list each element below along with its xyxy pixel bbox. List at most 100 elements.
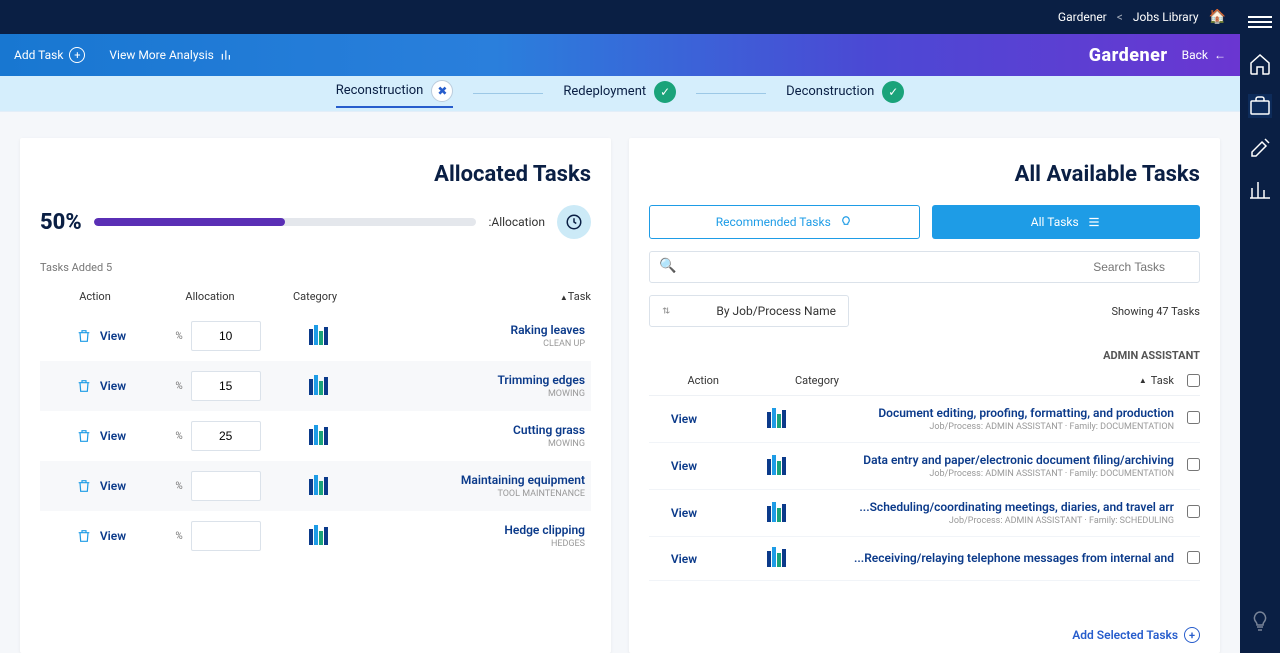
briefcase-icon[interactable]	[1248, 94, 1272, 118]
col-category[interactable]: Category	[795, 374, 839, 387]
category-icon	[276, 475, 366, 498]
step-reconstruction[interactable]: ✖ Reconstruction	[336, 80, 454, 108]
breadcrumb-separator: >	[1117, 10, 1123, 24]
step-deconstruction[interactable]: ✓ Deconstruction	[786, 81, 904, 107]
allocated-table-header: Task▲ Category Allocation Action	[40, 282, 591, 311]
task-title[interactable]: Maintaining equipment	[366, 473, 585, 487]
col-category[interactable]: Category	[293, 290, 337, 303]
step-connector	[696, 93, 766, 94]
col-allocation[interactable]: Allocation	[185, 290, 234, 303]
view-link[interactable]: View	[649, 552, 719, 566]
crossed-tools-icon: ✖	[431, 80, 453, 102]
page-title: Gardener	[1089, 45, 1168, 66]
allocation-input[interactable]	[191, 321, 261, 351]
chart-icon[interactable]	[1248, 178, 1272, 202]
recommended-tasks-tab[interactable]: Recommended Tasks	[649, 205, 920, 239]
step-redeployment[interactable]: ✓ Redeployment	[563, 81, 676, 107]
add-selected-tasks-button[interactable]: + Add Selected Tasks	[649, 627, 1200, 643]
view-link[interactable]: View	[100, 529, 126, 543]
task-title[interactable]: Scheduling/coordinating meetings, diarie…	[839, 500, 1174, 514]
allocation-input[interactable]	[191, 521, 261, 551]
view-link[interactable]: View	[100, 479, 126, 493]
sort-select[interactable]: By Job/Process Name ⇅	[649, 295, 849, 327]
trash-icon[interactable]	[76, 477, 92, 495]
allocation-input[interactable]	[191, 421, 261, 451]
col-action[interactable]: Action	[687, 374, 719, 387]
category-icon	[719, 455, 839, 478]
percent-suffix: %	[175, 381, 182, 392]
lightbulb-icon[interactable]	[1248, 609, 1272, 633]
allocation-percent: 50%	[40, 210, 82, 235]
row-checkbox[interactable]	[1187, 458, 1200, 471]
available-table-header: Task ▲ Category Action	[649, 366, 1200, 396]
task-title[interactable]: Data entry and paper/electronic document…	[839, 453, 1174, 467]
search-field: 🔍	[649, 251, 1200, 283]
bar-chart-icon	[220, 48, 234, 62]
allocation-progress-bar	[94, 218, 477, 226]
task-title[interactable]: Cutting grass	[366, 423, 585, 437]
view-link[interactable]: View	[100, 429, 126, 443]
all-tasks-label: All Tasks	[1031, 215, 1079, 229]
home-icon[interactable]	[1248, 52, 1272, 76]
allocation-input[interactable]	[191, 471, 261, 501]
category-icon	[276, 325, 366, 348]
search-input[interactable]	[649, 251, 1200, 283]
allocation-label: Allocation:	[488, 215, 545, 229]
category-icon	[276, 375, 366, 398]
breadcrumb-current: Gardener	[1058, 10, 1107, 24]
task-subtitle: Job/Process: ADMIN ASSISTANT · Family: S…	[839, 516, 1174, 526]
trash-icon[interactable]	[76, 377, 92, 395]
available-tasks-scroll[interactable]: ADMIN ASSISTANT Task ▲ Category Action Do…	[649, 341, 1200, 617]
trash-icon[interactable]	[76, 327, 92, 345]
back-button[interactable]: ← Back	[1182, 48, 1226, 62]
task-title[interactable]: Hedge clipping	[366, 523, 585, 537]
page-ribbon: ← Back Gardener View More Analysis + Add…	[0, 34, 1240, 76]
tools-icon[interactable]	[1248, 136, 1272, 160]
hamburger-menu-icon[interactable]	[1248, 10, 1272, 34]
task-subtitle: Job/Process: ADMIN ASSISTANT · Family: D…	[839, 469, 1174, 479]
check-icon: ✓	[654, 81, 676, 103]
lightbulb-icon	[839, 215, 853, 229]
task-title[interactable]: Raking leaves	[366, 323, 585, 337]
view-link[interactable]: View	[100, 379, 126, 393]
view-more-label: View More Analysis	[109, 48, 213, 62]
col-task[interactable]: Task	[1151, 374, 1174, 387]
add-task-button[interactable]: + Add Task	[14, 47, 85, 63]
row-checkbox[interactable]	[1187, 505, 1200, 518]
category-icon	[719, 408, 839, 431]
select-all-checkbox[interactable]	[1187, 374, 1200, 387]
col-task[interactable]: Task	[568, 290, 591, 303]
view-more-analysis-button[interactable]: View More Analysis	[109, 48, 233, 62]
plus-circle-icon: +	[69, 47, 85, 63]
all-tasks-tab[interactable]: All Tasks	[932, 205, 1201, 239]
allocation-input[interactable]	[191, 371, 261, 401]
task-title[interactable]: Receiving/relaying telephone messages fr…	[839, 551, 1174, 565]
trash-icon[interactable]	[76, 527, 92, 545]
trash-icon[interactable]	[76, 427, 92, 445]
task-title[interactable]: Trimming edges	[366, 373, 585, 387]
row-checkbox[interactable]	[1187, 551, 1200, 564]
allocated-tasks-panel: Allocated Tasks Allocation: 50% 5 Tasks …	[20, 138, 611, 653]
category-icon	[276, 525, 366, 548]
sort-chevron-icon: ⇅	[662, 307, 670, 316]
view-link[interactable]: View	[649, 459, 719, 473]
sort-asc-icon: ▲	[1139, 376, 1147, 385]
breadcrumb-jobs-library[interactable]: Jobs Library	[1133, 10, 1199, 24]
table-row: Data entry and paper/electronic document…	[649, 443, 1200, 490]
view-link[interactable]: View	[100, 329, 126, 343]
view-link[interactable]: View	[649, 506, 719, 520]
view-link[interactable]: View	[649, 412, 719, 426]
home-breadcrumb-icon[interactable]: 🏠	[1209, 9, 1226, 25]
percent-suffix: %	[175, 331, 182, 342]
row-checkbox[interactable]	[1187, 411, 1200, 424]
task-subtitle: HEDGES	[366, 539, 585, 549]
category-icon	[276, 425, 366, 448]
group-heading: ADMIN ASSISTANT	[649, 341, 1200, 366]
plus-circle-icon: +	[1184, 627, 1200, 643]
tasks-added-count: 5 Tasks Added	[40, 261, 591, 274]
clock-icon	[557, 205, 591, 239]
col-action[interactable]: Action	[79, 290, 111, 303]
task-subtitle: Job/Process: ADMIN ASSISTANT · Family: D…	[839, 422, 1174, 432]
category-icon	[719, 547, 839, 570]
task-title[interactable]: Document editing, proofing, formatting, …	[839, 406, 1174, 420]
